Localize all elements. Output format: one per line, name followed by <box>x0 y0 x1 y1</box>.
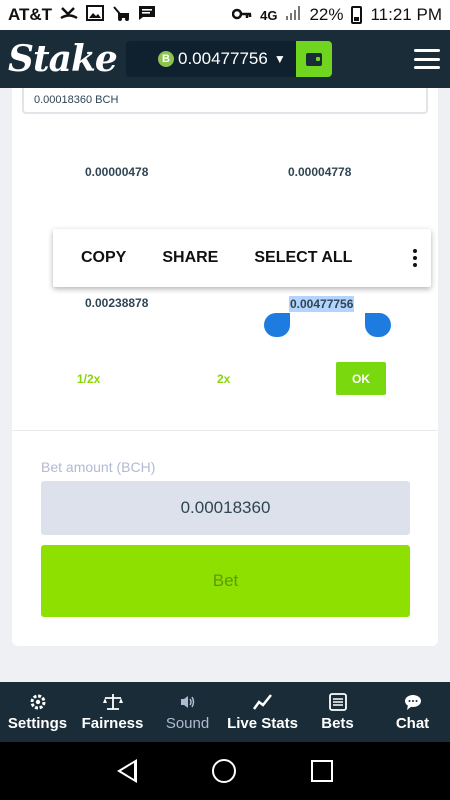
chart-line-icon <box>252 693 273 711</box>
tab-label: Settings <box>7 714 68 732</box>
double-button[interactable]: 2x <box>217 372 230 386</box>
home-icon[interactable] <box>211 759 236 783</box>
back-icon[interactable] <box>117 759 138 783</box>
hamburger-icon-line <box>414 57 440 61</box>
selection-handle-start[interactable] <box>264 313 290 337</box>
tab-label: Chat <box>395 714 430 732</box>
tab-fairness[interactable]: Fairness <box>75 682 150 742</box>
recent-apps-icon[interactable] <box>310 760 333 782</box>
gear-icon <box>29 693 47 711</box>
copy-menu-item[interactable]: COPY <box>81 249 126 267</box>
image-icon <box>86 4 105 26</box>
lawnmower-icon <box>112 5 130 26</box>
carrier-label: AT&T <box>8 5 53 24</box>
tab-label: Sound <box>165 714 210 732</box>
bottom-tab-bar: Settings Fairness Sound Live Stats Bets … <box>0 682 450 742</box>
wallet-icon <box>306 52 322 66</box>
hamburger-icon-line <box>414 49 440 52</box>
stake-logo[interactable]: Stake <box>8 38 118 80</box>
scale-icon <box>102 693 123 711</box>
list-icon <box>328 692 347 711</box>
tab-settings[interactable]: Settings <box>0 682 75 742</box>
tab-chat[interactable]: Chat <box>375 682 450 742</box>
amount-option-1[interactable]: 0.00000478 <box>85 165 148 179</box>
bet-amount-dropdown-field[interactable]: 0.00018360 BCH <box>22 88 428 114</box>
balance-selector[interactable]: B 0.00477756 ▼ <box>126 41 296 77</box>
amount-option-3[interactable]: 0.00238878 <box>85 296 148 310</box>
bet-amount-dropdown-value: 0.00018360 BCH <box>34 94 119 106</box>
battery-icon <box>351 6 363 24</box>
wallet-button[interactable] <box>296 41 332 77</box>
app-header: Stake B 0.00477756 ▼ <box>0 30 450 88</box>
tab-bets[interactable]: Bets <box>300 682 375 742</box>
selection-handle-end[interactable] <box>365 313 391 337</box>
signal-icon <box>285 5 301 26</box>
bitcoin-cash-icon: B <box>158 51 174 67</box>
status-bar: AT&T 4G 22% 11:21 PM <box>0 0 450 30</box>
more-options-icon[interactable] <box>413 249 417 267</box>
tab-label: Bets <box>321 714 354 732</box>
amount-option-2[interactable]: 0.00004778 <box>288 165 351 179</box>
ok-button[interactable]: OK <box>336 362 386 395</box>
hamburger-menu-button[interactable] <box>414 49 440 69</box>
missed-call-icon <box>60 5 78 26</box>
bet-amount-input[interactable]: 0.00018360 <box>41 481 410 535</box>
network-type-label: 4G <box>260 7 278 23</box>
hamburger-icon-line <box>414 66 440 69</box>
bet-amount-label: Bet amount (BCH) <box>41 459 156 475</box>
tab-sound[interactable]: Sound <box>150 682 225 742</box>
bet-card: 0.00018360 BCH 0.00000478 0.00004778 0.0… <box>12 88 438 646</box>
clock: 11:21 PM <box>370 5 442 24</box>
message-icon <box>138 5 156 26</box>
balance-amount: 0.00477756 <box>178 49 268 68</box>
chat-icon <box>404 693 422 711</box>
tab-label: Live Stats <box>227 714 298 732</box>
select-all-menu-item[interactable]: SELECT ALL <box>254 249 352 267</box>
share-menu-item[interactable]: SHARE <box>162 249 218 267</box>
bet-button[interactable]: Bet <box>41 545 410 617</box>
battery-percent: 22% <box>309 5 344 24</box>
tab-live-stats[interactable]: Live Stats <box>225 682 300 742</box>
key-icon <box>231 5 252 25</box>
tab-label: Fairness <box>81 714 144 732</box>
half-button[interactable]: 1/2x <box>77 372 100 386</box>
text-selection-menu: COPY SHARE SELECT ALL <box>53 229 431 287</box>
amount-option-4-selected[interactable]: 0.00477756 <box>289 296 355 312</box>
divider <box>12 430 438 431</box>
speaker-icon <box>179 693 197 711</box>
chevron-down-icon: ▼ <box>273 52 286 66</box>
system-navigation-bar <box>0 742 450 800</box>
